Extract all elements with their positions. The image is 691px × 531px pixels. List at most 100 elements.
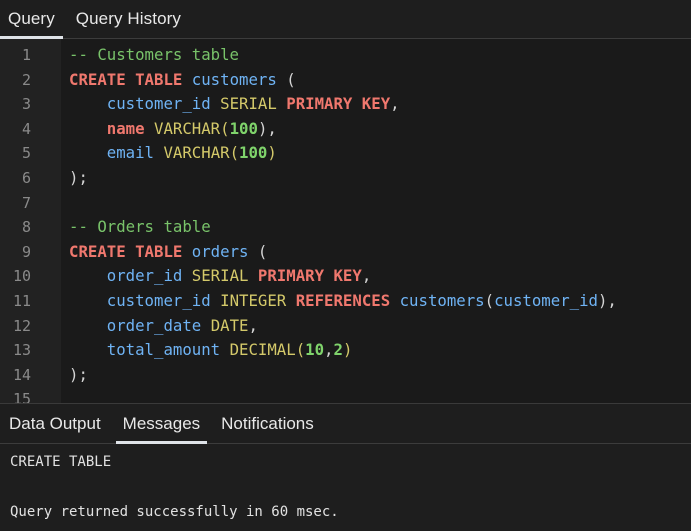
tab-data-output[interactable]: Data Output	[0, 404, 110, 443]
code-token: INTEGER	[220, 291, 287, 310]
code-token: ,	[390, 94, 400, 114]
code-line[interactable]: 4 name VARCHAR(100),	[0, 117, 691, 142]
code-line[interactable]: 3 customer_id SERIAL PRIMARY KEY,	[0, 92, 691, 117]
code-token: order_date	[69, 315, 202, 335]
code-text: order_id SERIAL PRIMARY KEY,	[69, 264, 372, 289]
code-token: -- Customers table	[69, 45, 240, 64]
tab-notifications[interactable]: Notifications	[212, 404, 323, 443]
messages-panel: CREATE TABLE Query returned successfully…	[0, 444, 691, 531]
code-text: order_date DATE,	[69, 314, 258, 339]
tab-notifications-label: Notifications	[221, 413, 314, 433]
code-token: )	[267, 143, 277, 163]
code-token: (	[220, 118, 230, 138]
code-token: email	[69, 143, 155, 163]
code-token: -- Orders table	[69, 217, 211, 237]
tab-query-label: Query	[8, 9, 55, 28]
code-token: customer_id	[69, 291, 211, 310]
code-text: -- Customers table	[69, 43, 239, 68]
code-token: order_id	[69, 266, 183, 286]
code-text: );	[69, 166, 88, 191]
code-line[interactable]: 8 -- Orders table	[0, 215, 691, 240]
code-text: email VARCHAR(100)	[69, 141, 277, 166]
code-text: CREATE TABLE orders (	[69, 240, 267, 265]
code-token: (	[248, 241, 268, 261]
code-line[interactable]: 15	[0, 387, 691, 403]
code-line[interactable]: 10 order_id SERIAL PRIMARY KEY,	[0, 264, 691, 289]
code-text: customer_id SERIAL PRIMARY KEY,	[69, 92, 400, 117]
line-number: 15	[12, 390, 31, 403]
code-token: customer_id	[69, 94, 211, 114]
code-line[interactable]: 14);	[0, 363, 691, 388]
line-number: 12	[12, 316, 31, 335]
code-token: DATE	[210, 315, 249, 335]
code-line[interactable]: 12 order_date DATE,	[0, 314, 691, 339]
tab-data-output-label: Data Output	[9, 413, 101, 433]
code-token: customers	[399, 291, 485, 310]
message-result: Query returned successfully in 60 msec.	[10, 504, 339, 520]
code-text: -- Orders table	[69, 215, 211, 240]
code-token: 100	[239, 143, 268, 163]
code-token: ,	[248, 315, 258, 335]
code-token: ),	[597, 291, 617, 310]
sql-editor[interactable]: 1 -- Customers table 2 CREATE TABLE custome…	[0, 39, 691, 403]
code-token: SERIAL	[191, 266, 249, 286]
tab-messages-label: Messages	[122, 413, 201, 433]
code-token: ,	[324, 340, 334, 360]
code-token: )	[342, 340, 353, 360]
line-number: 9	[21, 242, 31, 261]
tab-messages[interactable]: Messages	[114, 404, 209, 444]
code-token: 2	[333, 340, 343, 360]
code-line[interactable]: 13 total_amount DECIMAL(10,2)	[0, 338, 691, 363]
code-text: CREATE TABLE customers (	[69, 68, 296, 93]
code-token: DECIMAL	[229, 340, 296, 360]
line-number: 1	[21, 46, 31, 64]
code-text: );	[69, 363, 88, 388]
code-text: name VARCHAR(100),	[69, 117, 277, 142]
line-number: 6	[21, 169, 31, 187]
code-token: );	[69, 364, 88, 384]
line-number: 8	[21, 218, 31, 237]
code-token: VARCHAR	[163, 143, 230, 163]
tab-query-history[interactable]: Query History	[63, 0, 189, 38]
code-token: customers	[191, 69, 277, 89]
code-token: (	[295, 340, 306, 360]
code-token: SERIAL	[220, 94, 277, 114]
code-line[interactable]: 6);	[0, 166, 691, 191]
tab-query-history-label: Query History	[75, 9, 182, 28]
code-token: CREATE TABLE	[69, 241, 183, 261]
line-number: 7	[21, 193, 31, 212]
code-token: VARCHAR	[154, 118, 221, 138]
message-status: CREATE TABLE	[10, 454, 112, 470]
line-number: 3	[21, 95, 31, 114]
code-token: ),	[257, 118, 277, 138]
line-number: 4	[21, 119, 31, 138]
code-token: PRIMARY KEY	[286, 94, 391, 114]
code-line[interactable]: 9 CREATE TABLE orders (	[0, 240, 691, 265]
code-token: (	[276, 69, 296, 89]
code-line[interactable]: 2 CREATE TABLE customers (	[0, 68, 691, 93]
code-line[interactable]: 11 customer_id INTEGER REFERENCES custom…	[0, 289, 691, 314]
line-number: 5	[21, 144, 31, 163]
tab-query[interactable]: Query	[0, 0, 63, 39]
code-token: (	[229, 143, 240, 163]
line-number: 2	[21, 70, 31, 89]
code-line[interactable]: 1 -- Customers table	[0, 43, 691, 68]
code-token: );	[69, 168, 88, 187]
code-token: name	[106, 118, 145, 138]
code-token: 10	[305, 340, 325, 360]
code-token: REFERENCES	[295, 291, 391, 310]
code-token: ,	[361, 266, 372, 286]
code-line[interactable]: 5 email VARCHAR(100)	[0, 141, 691, 166]
code-token: 100	[229, 118, 258, 138]
code-line[interactable]: 7	[0, 191, 691, 216]
code-token: customer_id	[494, 291, 598, 310]
